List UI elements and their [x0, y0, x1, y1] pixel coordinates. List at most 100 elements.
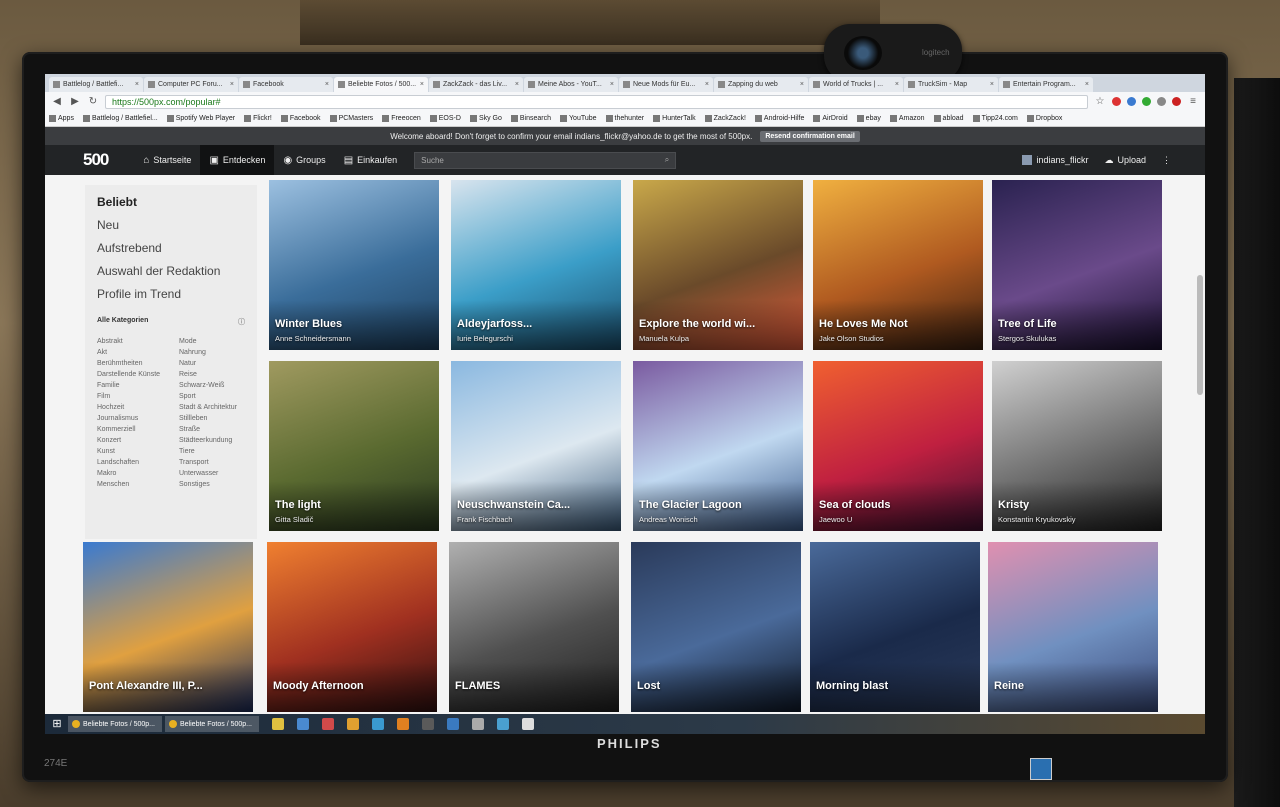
nav-item-startseite[interactable]: ⌂ Startseite	[134, 145, 200, 175]
nav-item-groups[interactable]: ◉ Groups	[274, 145, 334, 175]
photo-tile[interactable]: The light Gitta Sladič	[269, 361, 439, 531]
photo-title[interactable]: The Glacier Lagoon	[639, 499, 742, 511]
photo-tile[interactable]: He Loves Me Not Jake Olson Studios	[813, 180, 983, 350]
star-icon[interactable]: ☆	[1094, 96, 1106, 107]
photo-title[interactable]: Moody Afternoon	[273, 680, 364, 692]
photo-tile[interactable]: Tree of Life Stergos Skulukas	[992, 180, 1162, 350]
photo-title[interactable]: Aldeyjarfoss...	[457, 318, 532, 330]
category-link[interactable]: Hochzeit	[97, 404, 179, 411]
taskbar-app-icon[interactable]	[297, 718, 309, 730]
extension-green-icon[interactable]	[1142, 97, 1151, 106]
category-link[interactable]: Film	[97, 393, 179, 400]
tab-close-icon[interactable]: ×	[515, 81, 519, 88]
photo-author[interactable]: Manuela Kulpa	[639, 334, 689, 343]
bookmark-item[interactable]: Spotify Web Player	[166, 115, 235, 122]
photo-title[interactable]: Kristy	[998, 499, 1029, 511]
photo-title[interactable]: FLAMES	[455, 680, 500, 692]
resend-email-button[interactable]: Resend confirmation email	[760, 130, 860, 142]
photo-tile[interactable]: Morning blast	[810, 542, 980, 712]
nav-item-einkaufen[interactable]: ▤ Einkaufen	[335, 145, 406, 175]
category-link[interactable]: Unterwasser	[179, 470, 261, 477]
windows-start-icon[interactable]: ⊞	[49, 717, 65, 731]
taskbar-app-icon[interactable]	[522, 718, 534, 730]
photo-title[interactable]: Reine	[994, 680, 1024, 692]
search-input[interactable]: Suche ⌕	[414, 151, 677, 169]
bookmark-item[interactable]: Binsearch	[510, 115, 551, 122]
photo-author[interactable]: Andreas Wonisch	[639, 515, 698, 524]
browser-tab[interactable]: ZackZack - das Liv... ×	[429, 77, 523, 92]
browser-tab[interactable]: Neue Mods für Eu... ×	[619, 77, 713, 92]
bookmark-item[interactable]: AirDroid	[813, 115, 848, 122]
upload-button[interactable]: ☁ Upload	[1104, 155, 1146, 166]
bookmark-item[interactable]: Flickr!	[244, 115, 272, 122]
category-link[interactable]: Darstellende Künste	[97, 371, 179, 378]
photo-title[interactable]: He Loves Me Not	[819, 318, 908, 330]
bookmark-item[interactable]: Android-Hilfe	[754, 115, 804, 122]
bookmark-item[interactable]: thehunter	[605, 115, 644, 122]
category-link[interactable]: Städteerkundung	[179, 437, 261, 444]
nav-item-entdecken[interactable]: ▣ Entdecken	[200, 145, 275, 175]
photo-tile[interactable]: Winter Blues Anne Schneidersmann	[269, 180, 439, 350]
tab-close-icon[interactable]: ×	[610, 81, 614, 88]
tab-close-icon[interactable]: ×	[990, 81, 994, 88]
category-link[interactable]: Natur	[179, 360, 261, 367]
category-link[interactable]: Landschaften	[97, 459, 179, 466]
browser-tab[interactable]: Computer PC Foru... ×	[144, 77, 238, 92]
photo-author[interactable]: Jaewoo U	[819, 515, 852, 524]
browser-tab[interactable]: Meine Abos - YouT... ×	[524, 77, 618, 92]
bookmark-item[interactable]: Facebook	[280, 115, 321, 122]
bookmark-item[interactable]: Tipp24.com	[972, 115, 1018, 122]
sidebar-item[interactable]: Auswahl der Redaktion	[97, 264, 245, 278]
taskbar-app-icon[interactable]	[497, 718, 509, 730]
bookmark-item[interactable]: HunterTalk	[653, 115, 696, 122]
category-link[interactable]: Journalismus	[97, 415, 179, 422]
category-link[interactable]: Reise	[179, 371, 261, 378]
category-link[interactable]: Sport	[179, 393, 261, 400]
bookmark-item[interactable]: Battlelog / Battlefiel...	[82, 115, 158, 122]
category-link[interactable]: Abstrakt	[97, 338, 179, 345]
bookmark-item[interactable]: Amazon	[889, 115, 925, 122]
category-link[interactable]: Stillleben	[179, 415, 261, 422]
reload-icon[interactable]: ↻	[87, 96, 99, 107]
taskbar-app-icon[interactable]	[447, 718, 459, 730]
photo-tile[interactable]: Aldeyjarfoss... Iurie Belegurschi	[451, 180, 621, 350]
search-icon[interactable]: ⌕	[665, 155, 669, 165]
category-link[interactable]: Makro	[97, 470, 179, 477]
info-icon[interactable]: ⓘ	[238, 317, 245, 327]
taskbar-app-icon[interactable]	[472, 718, 484, 730]
category-link[interactable]: Berühmtheiten	[97, 360, 179, 367]
category-link[interactable]: Kunst	[97, 448, 179, 455]
browser-tab[interactable]: Battlelog / Battlefi... ×	[49, 77, 143, 92]
bookmark-item[interactable]: Dropbox	[1026, 115, 1062, 122]
bookmark-item[interactable]: PCMasters	[329, 115, 373, 122]
photo-tile[interactable]: Explore the world wi... Manuela Kulpa	[633, 180, 803, 350]
url-field[interactable]: https://500px.com/popular#	[105, 94, 1088, 109]
photo-title[interactable]: Neuschwanstein Ca...	[457, 499, 570, 511]
photo-title[interactable]: Lost	[637, 680, 660, 692]
photo-author[interactable]: Anne Schneidersmann	[275, 334, 351, 343]
bookmark-item[interactable]: Sky Go	[469, 115, 502, 122]
user-menu[interactable]: indians_flickr	[1022, 155, 1088, 165]
photo-tile[interactable]: The Glacier Lagoon Andreas Wonisch	[633, 361, 803, 531]
photo-tile[interactable]: Kristy Konstantin Kryukovskiy	[992, 361, 1162, 531]
browser-tab[interactable]: Entertain Program... ×	[999, 77, 1093, 92]
photo-tile[interactable]: Reine	[988, 542, 1158, 712]
bookmark-item[interactable]: YouTube	[560, 115, 597, 122]
category-link[interactable]: Tiere	[179, 448, 261, 455]
photo-author[interactable]: Frank Fischbach	[457, 515, 512, 524]
bookmark-item[interactable]: abload	[933, 115, 964, 122]
sidebar-item[interactable]: Aufstrebend	[97, 241, 245, 255]
category-link[interactable]: Nahrung	[179, 349, 261, 356]
photo-author[interactable]: Stergos Skulukas	[998, 334, 1056, 343]
tab-close-icon[interactable]: ×	[800, 81, 804, 88]
back-icon[interactable]: ◀	[51, 96, 63, 107]
tab-close-icon[interactable]: ×	[895, 81, 899, 88]
photo-tile[interactable]: Neuschwanstein Ca... Frank Fischbach	[451, 361, 621, 531]
bookmark-item[interactable]: ZackZack!	[704, 115, 746, 122]
extension-red-icon[interactable]	[1172, 97, 1181, 106]
photo-title[interactable]: Tree of Life	[998, 318, 1057, 330]
photo-tile[interactable]: Moody Afternoon	[267, 542, 437, 712]
taskbar-chrome-window[interactable]: Beliebte Fotos / 500p...	[68, 716, 162, 732]
more-options-icon[interactable]: ⋮	[1162, 155, 1171, 166]
photo-title[interactable]: Explore the world wi...	[639, 318, 755, 330]
